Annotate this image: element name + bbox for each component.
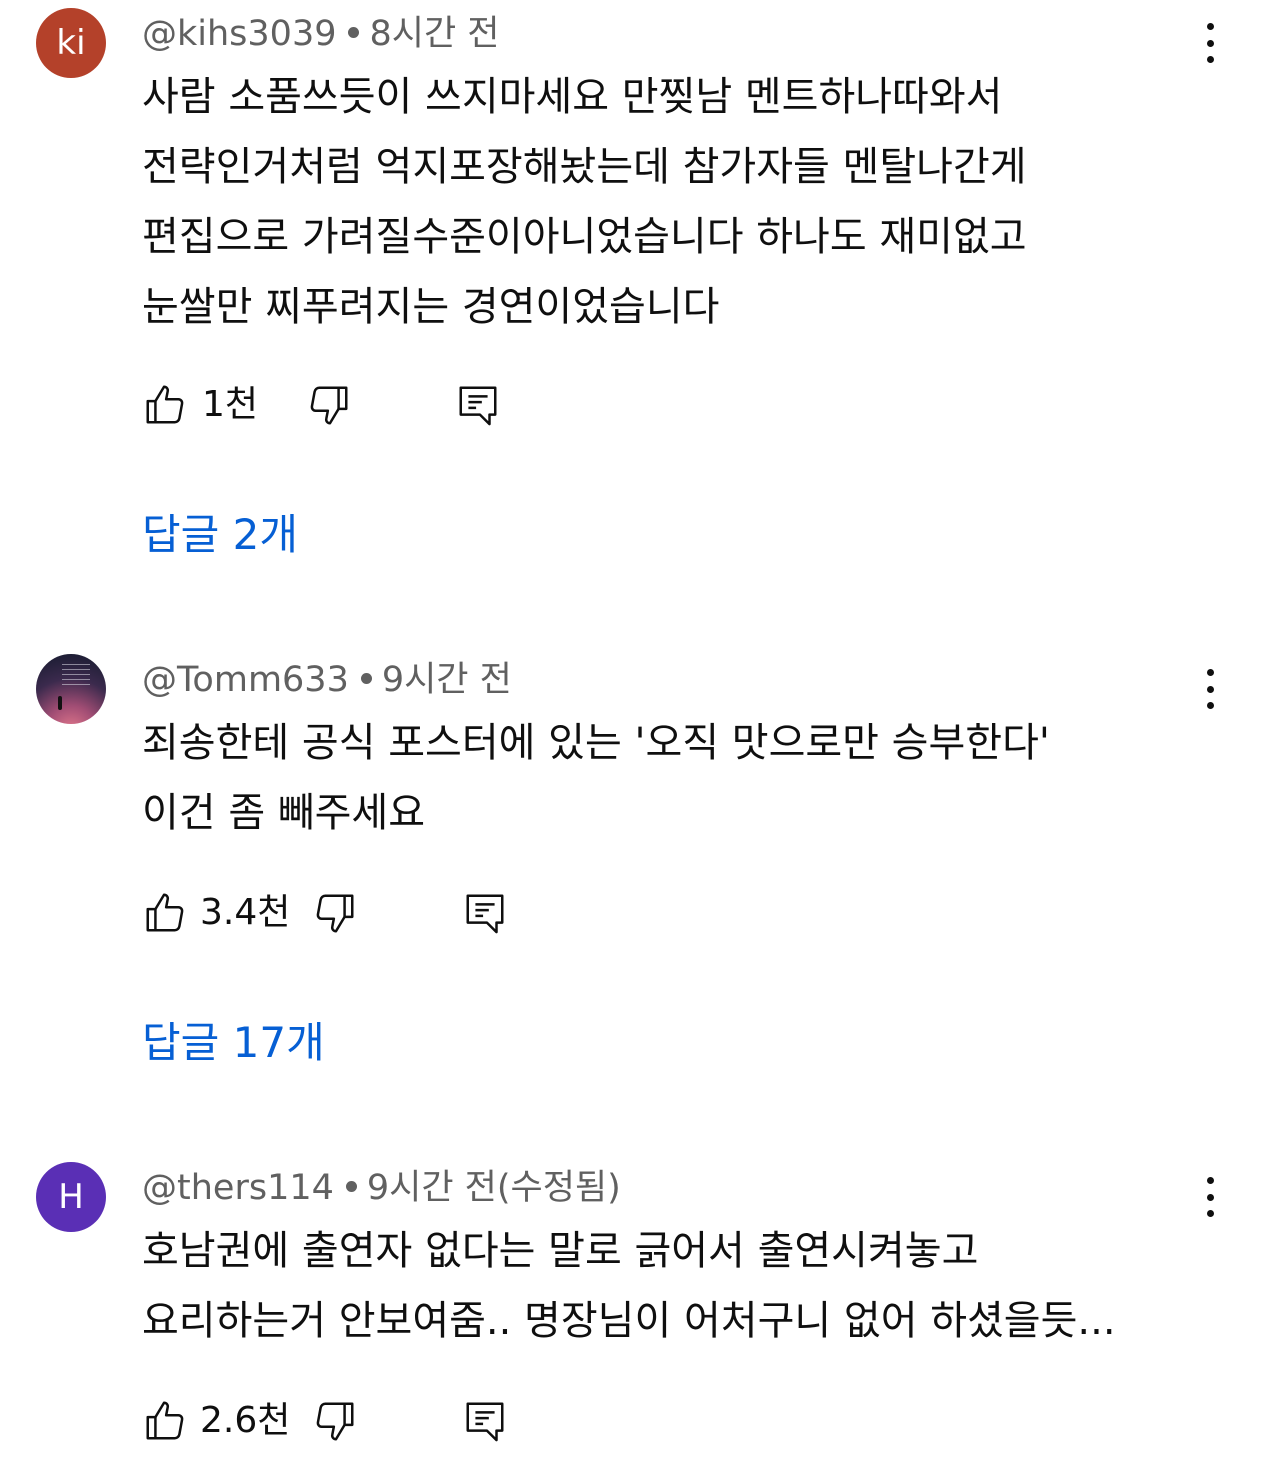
comment-line: 이건 좀 빼주세요 [142,790,426,836]
like-count: 2.6천 [200,1400,291,1441]
comment-line: 요리하는거 안보여줌.. 명장님이 어처구니 없어 하셨을듯... [142,1298,1116,1344]
comment-line: 눈쌀만 찌푸려지는 경연이었습니다 [142,284,720,330]
comment-reply-icon[interactable] [462,890,508,936]
author-handle[interactable]: @kihs3039 [142,14,336,54]
comment-line: 편집으로 가려질수준이아니었습니다 하나도 재미없고 [142,214,1027,260]
author-handle[interactable]: @thers114 [142,1168,334,1208]
more-options-button[interactable] [1190,20,1230,66]
comment-actions: 3.4천 [142,888,742,938]
like-count: 1천 [202,384,259,425]
more-options-button[interactable] [1190,1174,1230,1220]
comment-timestamp[interactable]: 9시간 전 [382,660,512,700]
comment-line: 사람 소품쓰듯이 쓰지마세요 만찢남 멘트하나따와서 [142,74,1003,120]
avatar[interactable]: H [36,1162,106,1232]
comment-actions: 2.6천 [142,1396,742,1446]
comment-text: 호남권에 출연자 없다는 말로 긁어서 출연시켜놓고 요리하는거 안보여줌.. … [142,1216,1232,1356]
comment-line: 전략인거처럼 억지포장해놨는데 참가자들 멘탈나간게 [142,144,1027,190]
more-vertical-icon [1206,1177,1214,1184]
like-count: 3.4천 [200,892,291,933]
avatar[interactable] [36,654,106,724]
view-replies-button[interactable]: 답글 17개 [142,1018,325,1068]
thumbs-up-outline-icon[interactable] [142,1398,188,1444]
comment-timestamp[interactable]: 9시간 전(수정됨) [367,1168,621,1208]
comment-text: 사람 소품쓰듯이 쓰지마세요 만찢남 멘트하나따와서 전략인거처럼 억지포장해놨… [142,62,1232,342]
avatar[interactable]: ki [36,8,106,78]
separator-dot [345,1180,357,1192]
separator-dot [360,672,372,684]
comment-reply-icon[interactable] [462,1398,508,1444]
thumbs-up-outline-icon[interactable] [142,890,188,936]
separator-dot [348,26,360,38]
thumbs-down-outline-icon[interactable] [306,382,352,428]
comment-line: 죄송한테 공식 포스터에 있는 '오직 맛으로만 승부한다' [142,720,1050,766]
comment-line: 호남권에 출연자 없다는 말로 긁어서 출연시켜놓고 [142,1228,979,1274]
thumbs-down-outline-icon[interactable] [312,890,358,936]
avatar-image-text [62,664,90,686]
avatar-image-silhouette [58,696,62,710]
comment-meta: @thers114 9시간 전(수정됨) [142,1168,621,1208]
comment-meta: @kihs3039 8시간 전 [142,14,499,54]
comment-actions: 1천 [142,380,742,430]
comment-timestamp[interactable]: 8시간 전 [369,14,499,54]
thumbs-up-outline-icon[interactable] [142,382,188,428]
comment-reply-icon[interactable] [455,382,501,428]
more-options-button[interactable] [1190,666,1230,712]
comment-meta: @Tomm633 9시간 전 [142,660,512,700]
avatar-initials: ki [56,23,86,63]
more-vertical-icon [1206,669,1214,676]
view-replies-button[interactable]: 답글 2개 [142,510,298,560]
comment-text: 죄송한테 공식 포스터에 있는 '오직 맛으로만 승부한다' 이건 좀 빼주세요 [142,708,1232,848]
author-handle[interactable]: @Tomm633 [142,660,349,700]
more-vertical-icon [1206,23,1214,30]
thumbs-down-outline-icon[interactable] [312,1398,358,1444]
avatar-initials: H [58,1177,84,1217]
